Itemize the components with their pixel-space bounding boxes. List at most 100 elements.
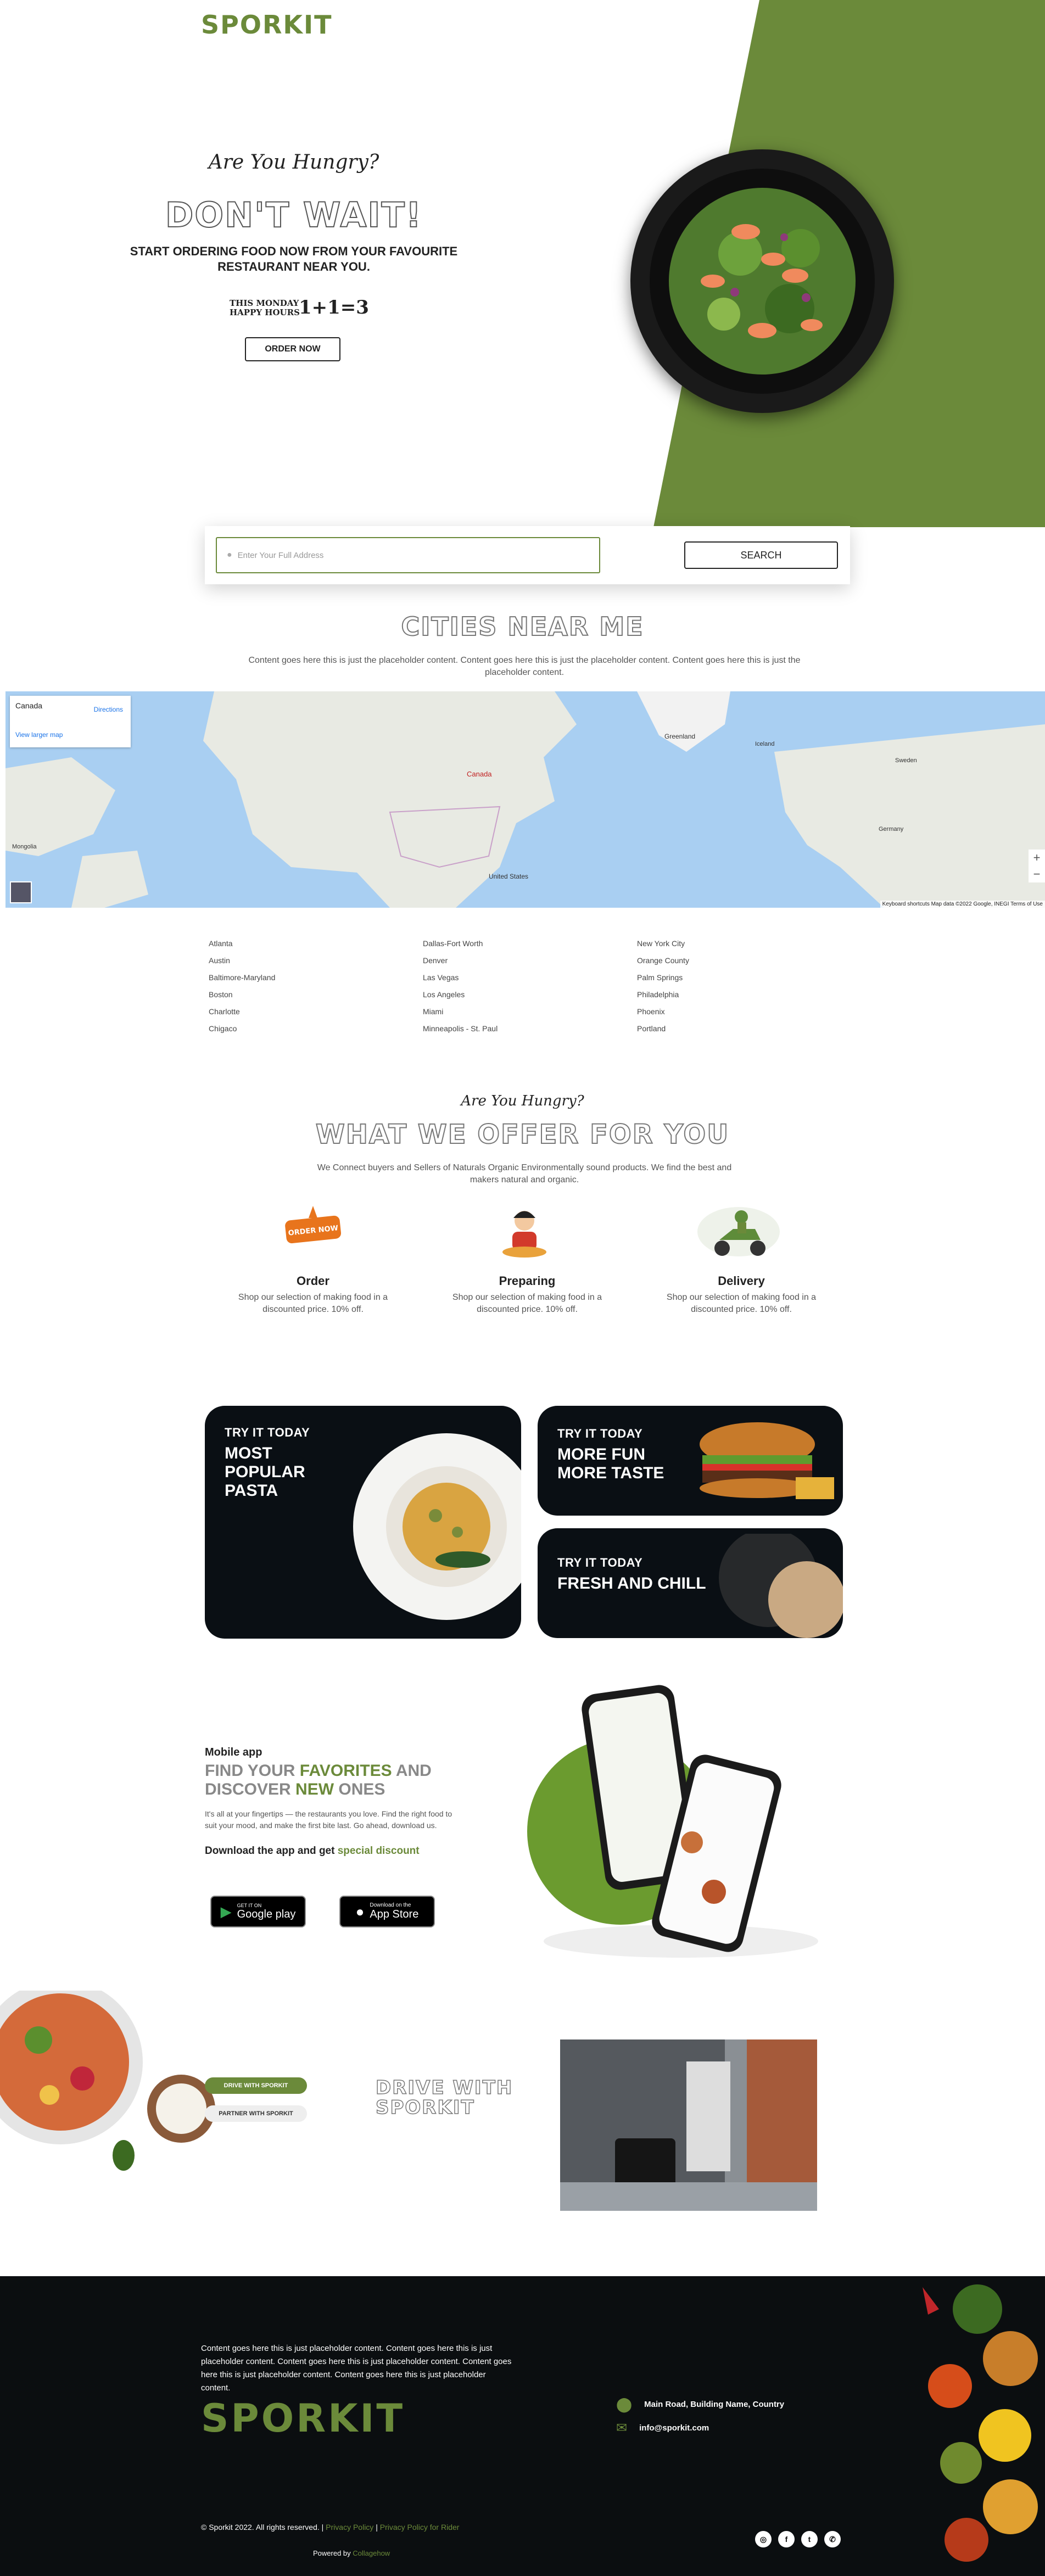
- drive-button[interactable]: DRIVE WITH SPORKIT: [205, 2077, 307, 2094]
- app-headline-part: AND: [392, 1762, 432, 1780]
- city-link[interactable]: Charlotte: [209, 1003, 275, 1020]
- promo-line: MOST: [225, 1444, 272, 1462]
- city-link[interactable]: Atlanta: [209, 935, 275, 952]
- app-store-text: Download on the App Store: [370, 1902, 418, 1921]
- privacy-rider-link[interactable]: Privacy Policy for Rider: [380, 2523, 460, 2532]
- hero-tagline: Are You Hungry?: [208, 151, 379, 174]
- delivery-courier-image: [560, 2039, 817, 2211]
- app-cta-part: Download the app and get: [205, 1845, 338, 1857]
- app-cta-text: Download the app and get special discoun…: [205, 1845, 420, 1857]
- map-label-sweden: Sweden: [895, 757, 917, 764]
- map-footer: Keyboard shortcuts Map data ©2022 Google…: [880, 901, 1045, 908]
- app-label: Mobile app: [205, 1746, 262, 1758]
- order-icon: ORDER NOW: [275, 1202, 351, 1262]
- app-cta-accent: special discount: [337, 1845, 420, 1857]
- promo-line: FRESH AND CHILL: [557, 1574, 706, 1592]
- city-link[interactable]: Austin: [209, 952, 275, 969]
- offer-intro: We Connect buyers and Sellers of Natural…: [317, 1163, 732, 1184]
- pasta-plate-image: [353, 1433, 521, 1620]
- offer-tagline: Are You Hungry?: [461, 1093, 584, 1109]
- offer-item-desc: Shop our selection of making food in a d…: [666, 1293, 817, 1314]
- city-link[interactable]: Las Vegas: [423, 969, 498, 986]
- promo-kicker: TRY IT TODAY: [225, 1426, 310, 1439]
- map-satellite-toggle[interactable]: [10, 881, 32, 903]
- powered-link[interactable]: Collagehow: [353, 2549, 390, 2557]
- order-now-button[interactable]: ORDER NOW: [245, 337, 340, 361]
- location-pin-icon: ⬤: [616, 2396, 633, 2412]
- partner-button[interactable]: PARTNER WITH SPORKIT: [205, 2105, 307, 2122]
- map-directions-link[interactable]: Directions: [94, 706, 123, 713]
- hero-headline: DON'T WAIT!: [165, 194, 423, 236]
- city-link[interactable]: Philadelphia: [637, 986, 689, 1003]
- map-label-iceland: Iceland: [755, 741, 775, 747]
- city-link[interactable]: Boston: [209, 986, 275, 1003]
- offer-item-title: Preparing: [499, 1274, 556, 1288]
- city-link[interactable]: Dallas-Fort Worth: [423, 935, 498, 952]
- app-headline: FIND YOUR FAVORITES AND DISCOVER NEW ONE…: [205, 1762, 432, 1799]
- logo[interactable]: SPORKIT: [201, 10, 333, 40]
- search-button[interactable]: SEARCH: [684, 541, 838, 569]
- map-embed[interactable]: Canada Greenland Iceland United States M…: [5, 691, 1045, 908]
- offer-item-title: Order: [297, 1274, 329, 1288]
- address-placeholder: Enter Your Full Address: [237, 550, 324, 560]
- delivery-scooter-icon: [695, 1202, 783, 1262]
- separator: |: [376, 2523, 378, 2532]
- google-play-small: GET IT ON: [237, 1902, 262, 1908]
- offer-item-delivery: Delivery Shop our selection of making fo…: [653, 1274, 829, 1316]
- city-link[interactable]: Minneapolis - St. Paul: [423, 1020, 498, 1037]
- offer-item-desc: Shop our selection of making food in a d…: [452, 1293, 602, 1314]
- city-link[interactable]: Orange County: [637, 952, 689, 969]
- offer-item-order: Order Shop our selection of making food …: [225, 1274, 401, 1316]
- app-store-button[interactable]: ● Download on the App Store: [339, 1896, 435, 1927]
- city-link[interactable]: Chigaco: [209, 1020, 275, 1037]
- flour-dough-image: [719, 1534, 843, 1638]
- city-link[interactable]: Miami: [423, 1003, 498, 1020]
- map-zoom-controls[interactable]: + −: [1029, 850, 1045, 882]
- google-play-icon: ▶: [220, 1903, 232, 1920]
- city-link[interactable]: Phoenix: [637, 1003, 689, 1020]
- offer-title: WHAT WE OFFER FOR YOU: [315, 1119, 730, 1150]
- instagram-icon[interactable]: ◎: [755, 2531, 772, 2547]
- address-text: Main Road, Building Name, Country: [644, 2400, 785, 2409]
- city-link[interactable]: Baltimore-Maryland: [209, 969, 275, 986]
- app-headline-part: DISCOVER: [205, 1780, 296, 1798]
- promo-line: MORE TASTE: [557, 1464, 664, 1482]
- map-view-larger-link[interactable]: View larger map: [15, 731, 63, 739]
- apple-icon: ●: [355, 1903, 365, 1920]
- location-pin-icon: ●: [227, 550, 232, 560]
- promo-card-fresh[interactable]: TRY IT TODAY FRESH AND CHILL: [538, 1528, 843, 1638]
- city-link[interactable]: Portland: [637, 1020, 689, 1037]
- city-link[interactable]: Denver: [423, 952, 498, 969]
- footer-email[interactable]: ✉ info@sporkit.com: [616, 2420, 709, 2436]
- powered-by: Powered by Collagehow: [313, 2549, 390, 2557]
- promo-card-burger[interactable]: TRY IT TODAY MORE FUN MORE TASTE: [538, 1406, 843, 1516]
- promo-line: PASTA: [225, 1482, 278, 1500]
- city-link[interactable]: New York City: [637, 935, 689, 952]
- privacy-link[interactable]: Privacy Policy: [326, 2523, 373, 2532]
- spices-image: [923, 2284, 1038, 2562]
- app-body: It's all at your fingertips — the restau…: [205, 1809, 452, 1830]
- offer-item-desc: Shop our selection of making food in a d…: [238, 1293, 388, 1314]
- city-link[interactable]: Los Angeles: [423, 986, 498, 1003]
- preparing-chef-icon: [491, 1202, 557, 1262]
- twitter-icon[interactable]: t: [801, 2531, 818, 2547]
- app-store-small: Download on the: [370, 1902, 411, 1908]
- address-field[interactable]: ● Enter Your Full Address: [216, 537, 600, 573]
- cities-intro: Content goes here this is just the place…: [248, 656, 801, 677]
- salad-plates-image: [0, 1991, 215, 2171]
- city-column-3: New York City Orange County Palm Springs…: [637, 935, 689, 1037]
- promo-line: POPULAR: [225, 1463, 305, 1481]
- google-play-text: GET IT ON Google play: [237, 1903, 296, 1921]
- promo-card-pasta[interactable]: TRY IT TODAY MOST POPULAR PASTA: [205, 1406, 521, 1639]
- app-store-big: App Store: [370, 1908, 419, 1920]
- city-column-1: Atlanta Austin Baltimore-Maryland Boston…: [209, 935, 275, 1037]
- phones-mockup-image: [527, 1685, 818, 1958]
- whatsapp-icon[interactable]: ✆: [824, 2531, 841, 2547]
- city-link[interactable]: Palm Springs: [637, 969, 689, 986]
- google-play-button[interactable]: ▶ GET IT ON Google play: [210, 1896, 306, 1927]
- drive-title-line: SPORKIT: [375, 2097, 475, 2119]
- footer-logo[interactable]: SPORKIT: [201, 2396, 405, 2441]
- app-headline-accent: FAVORITES: [299, 1762, 392, 1780]
- facebook-icon[interactable]: f: [778, 2531, 795, 2547]
- promo-line: MORE FUN: [557, 1445, 645, 1463]
